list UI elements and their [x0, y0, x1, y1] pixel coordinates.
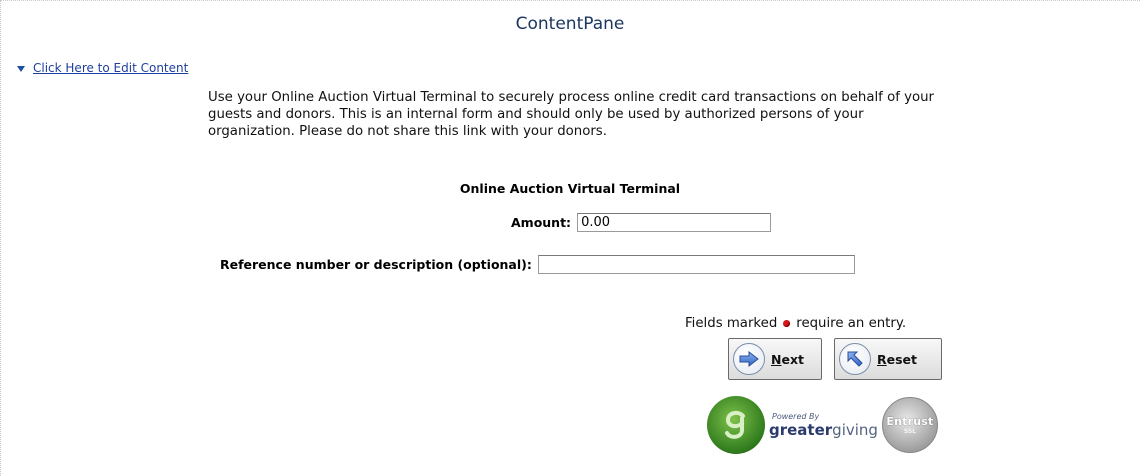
greatergiving-brand: greatergiving [769, 421, 878, 439]
arrow-right-icon [733, 343, 765, 375]
intro-text: Use your Online Auction Virtual Terminal… [208, 90, 935, 139]
brand-light: giving [832, 420, 878, 439]
next-button-label: Next [771, 351, 804, 367]
amount-input[interactable] [577, 213, 772, 232]
footer-logos: Powered By greatergiving Entrust SSL [707, 396, 938, 454]
greatergiving-wordmark: Powered By greatergiving [769, 412, 878, 439]
reference-input[interactable] [537, 255, 855, 274]
entrust-badge-sub: SSL [903, 428, 917, 435]
edit-content-link[interactable]: Click Here to Edit Content [33, 61, 188, 75]
amount-label: Amount: [511, 215, 572, 230]
reset-button-label: Reset [877, 351, 918, 367]
next-button[interactable]: Next [728, 338, 822, 380]
powered-by-text: Powered By [772, 411, 820, 421]
brand-bold: greater [769, 420, 833, 439]
required-note-after: require an entry. [796, 316, 907, 331]
entrust-badge-main: Entrust [886, 415, 934, 428]
entrust-ssl-badge-icon: Entrust SSL [881, 397, 938, 453]
reset-button[interactable]: Reset [834, 338, 942, 380]
pane-title: ContentPane [515, 14, 625, 34]
required-dot-icon [783, 320, 791, 327]
frame-left-border [0, 0, 2, 476]
form-title: Online Auction Virtual Terminal [459, 181, 681, 196]
reference-label: Reference number or description (optiona… [220, 257, 532, 272]
reference-row: Reference number or description (optiona… [220, 255, 855, 274]
frame-top-border [0, 0, 1140, 2]
required-note-before: Fields marked [685, 316, 778, 331]
edit-content-row[interactable]: Click Here to Edit Content [17, 61, 188, 75]
arrow-up-left-icon [839, 343, 871, 375]
required-note: Fields marked require an entry. [685, 316, 906, 331]
greatergiving-logo-icon [707, 396, 765, 454]
triangle-down-icon[interactable] [17, 65, 25, 72]
amount-row: Amount: [511, 213, 772, 232]
